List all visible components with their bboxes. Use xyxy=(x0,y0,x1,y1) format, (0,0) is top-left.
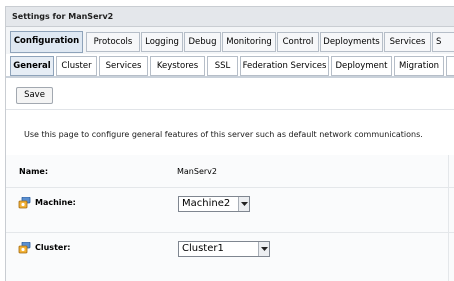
cluster-select-value: Cluster1 xyxy=(182,243,224,254)
tab-deployment[interactable]: Deployment xyxy=(331,56,392,76)
info-config-icon[interactable] xyxy=(18,196,32,209)
field-row-machine: Machine: Machine2 xyxy=(6,188,454,233)
secondary-tab-bar: General Cluster Services Keystores SSL F… xyxy=(6,54,454,78)
column-divider xyxy=(448,155,449,281)
tab-overflow-sub[interactable] xyxy=(446,56,454,76)
tab-configuration[interactable]: Configuration xyxy=(10,31,83,53)
tab-keystores[interactable]: Keystores xyxy=(150,56,205,76)
machine-select-value: Machine2 xyxy=(182,198,231,209)
field-row-name: Name: ManServ2 xyxy=(6,155,454,188)
tab-overflow[interactable]: S xyxy=(432,32,454,52)
settings-panel: Settings for ManServ2 Configuration Prot… xyxy=(5,6,454,281)
tab-federation-services[interactable]: Federation Services xyxy=(240,56,329,76)
tab-protocols[interactable]: Protocols xyxy=(86,32,140,52)
info-config-icon[interactable] xyxy=(18,241,32,254)
name-value: ManServ2 xyxy=(177,167,217,176)
chevron-down-icon[interactable] xyxy=(238,197,249,211)
tab-ssl[interactable]: SSL xyxy=(207,56,238,76)
toolbar-divider xyxy=(6,109,454,110)
page-title: Settings for ManServ2 xyxy=(12,12,114,21)
machine-select[interactable]: Machine2 xyxy=(178,196,250,212)
field-row-cluster: Cluster: Cluster1 xyxy=(6,233,454,281)
tab-migration[interactable]: Migration xyxy=(394,56,444,76)
tab-monitoring[interactable]: Monitoring xyxy=(222,32,276,52)
primary-tab-bar: Configuration Protocols Logging Debug Mo… xyxy=(6,27,454,55)
tab-services-sub[interactable]: Services xyxy=(99,56,148,76)
machine-label: Machine: xyxy=(35,198,76,207)
cluster-select[interactable]: Cluster1 xyxy=(178,241,270,257)
page-description: Use this page to configure general featu… xyxy=(24,130,423,139)
tab-cluster[interactable]: Cluster xyxy=(56,56,97,76)
tab-general[interactable]: General xyxy=(10,56,54,76)
tab-debug[interactable]: Debug xyxy=(184,32,221,52)
save-button[interactable]: Save xyxy=(16,87,53,104)
tab-deployments[interactable]: Deployments xyxy=(320,32,383,52)
cluster-label: Cluster: xyxy=(35,243,71,252)
tab-control[interactable]: Control xyxy=(277,32,319,52)
name-label: Name: xyxy=(19,167,49,176)
title-bar: Settings for ManServ2 xyxy=(6,7,454,27)
tab-logging[interactable]: Logging xyxy=(141,32,183,52)
tab-services[interactable]: Services xyxy=(384,32,431,52)
chevron-down-icon[interactable] xyxy=(258,242,269,256)
